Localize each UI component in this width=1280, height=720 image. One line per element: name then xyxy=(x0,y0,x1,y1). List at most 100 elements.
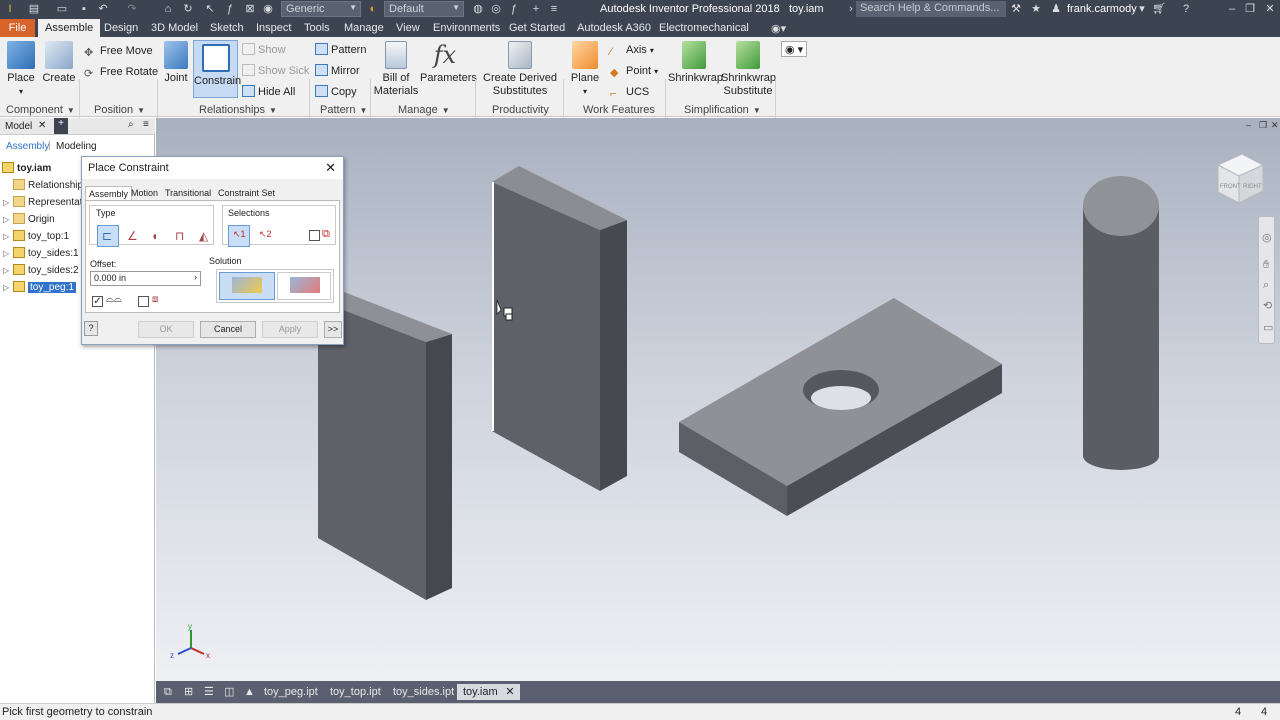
undo-icon[interactable]: ↶ xyxy=(97,3,109,15)
group-pattern[interactable]: Pattern ▼ xyxy=(320,104,367,116)
angle-type-icon[interactable]: ∠ xyxy=(121,225,143,247)
pattern-button[interactable]: Pattern xyxy=(315,42,366,58)
group-position[interactable]: Position ▼ xyxy=(94,104,145,116)
dialog-tab-motion[interactable]: Motion xyxy=(128,186,161,200)
search-input[interactable]: Search Help & Commands... xyxy=(856,1,1006,17)
group-component[interactable]: Component ▼ xyxy=(6,104,75,116)
tree-item-toy-top[interactable]: ▷ toy_top:1 xyxy=(0,229,69,245)
measure-icon[interactable]: ⊠ xyxy=(244,3,256,15)
hide-all-button[interactable]: Hide All xyxy=(242,84,295,100)
group-simplification[interactable]: Simplification ▼ xyxy=(684,104,761,116)
ucs-button[interactable]: ⌐ UCS xyxy=(610,84,649,100)
save-icon[interactable]: ▪ xyxy=(78,3,90,15)
mate-solution-button[interactable] xyxy=(219,272,275,300)
appearance-combo[interactable]: Default ▼ xyxy=(384,1,464,17)
user-name[interactable]: frank.carmody xyxy=(1067,3,1137,15)
doc-tab-toy-peg[interactable]: toy_peg.ipt xyxy=(258,684,324,700)
open-icon[interactable]: ▭ xyxy=(56,3,68,15)
viewport-minimize-icon[interactable]: – xyxy=(1246,120,1251,130)
tab-sketch[interactable]: Sketch xyxy=(203,21,251,37)
arrange-horizontal-icon[interactable]: ☰ xyxy=(198,684,220,700)
user-dropdown-icon[interactable]: ▾ xyxy=(1136,3,1148,15)
expand-icon[interactable]: ▷ xyxy=(3,229,11,245)
tangent-type-icon[interactable]: ◖ xyxy=(145,225,167,247)
customize-icon[interactable]: ≡ xyxy=(548,3,560,15)
browser-menu-icon[interactable]: ≡ xyxy=(143,119,149,130)
viewport-restore-icon[interactable]: ❐ xyxy=(1259,120,1267,131)
steering-wheel-icon[interactable]: ◎ xyxy=(1262,231,1272,244)
viewcube-icon[interactable] xyxy=(1216,153,1265,204)
cart-icon[interactable]: 🛒︎ xyxy=(1152,3,1166,15)
tree-item-toy-sides-2[interactable]: ▷ toy_sides:2 xyxy=(0,263,79,279)
tools-icon[interactable]: ⚒ xyxy=(1010,3,1022,15)
update-icon[interactable]: ↻ xyxy=(182,3,194,15)
browser-add-icon[interactable]: + xyxy=(54,118,68,134)
tab-design[interactable]: Design xyxy=(97,21,145,37)
tab-3d-model[interactable]: 3D Model xyxy=(144,21,205,37)
offset-arrow-icon[interactable]: › xyxy=(194,272,197,282)
parameters-icon[interactable]: ƒ xyxy=(224,3,236,15)
doc-tab-toy-top[interactable]: toy_top.ipt xyxy=(324,684,387,700)
pan-icon[interactable]: ✋︎ xyxy=(1263,259,1269,272)
tab-environments[interactable]: Environments xyxy=(426,21,507,37)
joint-button[interactable]: Joint xyxy=(161,41,191,97)
tab-get-started[interactable]: Get Started xyxy=(502,21,572,37)
tree-item-origin[interactable]: ▷ Origin xyxy=(0,212,55,228)
clear-icon[interactable]: ◎ xyxy=(490,3,502,15)
insert-type-icon[interactable]: ⊓ xyxy=(169,225,191,247)
close-window-icon[interactable]: ✕ xyxy=(1264,3,1276,15)
minimize-icon[interactable]: – xyxy=(1226,3,1238,15)
ok-button[interactable]: OK xyxy=(138,321,194,338)
mirror-button[interactable]: Mirror xyxy=(315,63,360,79)
shrinkwrap-substitute-button[interactable]: Shrinkwrap Substitute xyxy=(721,41,776,99)
maximize-icon[interactable]: ❐ xyxy=(1244,3,1256,15)
tab-tools[interactable]: Tools xyxy=(297,21,337,37)
look-at-icon[interactable]: ▭ xyxy=(1263,321,1273,334)
browser-tab-modeling[interactable]: Modeling xyxy=(56,141,97,152)
dialog-tab-transitional[interactable]: Transitional xyxy=(162,186,214,200)
tab-view[interactable]: View xyxy=(389,21,427,37)
dialog-tab-constraint-set[interactable]: Constraint Set xyxy=(215,186,278,200)
plane-button[interactable]: Plane ▾ xyxy=(567,41,603,99)
free-rotate-button[interactable]: ⟳ Free Rotate xyxy=(84,64,158,80)
dialog-tab-assembly[interactable]: Assembly xyxy=(85,186,133,200)
orbit-icon[interactable]: ⟲ xyxy=(1263,299,1272,312)
pick-part-first-checkbox[interactable] xyxy=(309,230,320,241)
new-icon[interactable]: ▤ xyxy=(28,3,40,15)
axis-button[interactable]: ⁄ Axis ▾ xyxy=(610,42,654,58)
part-toy-sides-2[interactable] xyxy=(492,166,627,491)
bill-of-materials-button[interactable]: Bill of Materials xyxy=(373,41,419,99)
part-toy-peg[interactable] xyxy=(1083,176,1159,470)
show-sick-button[interactable]: Show Sick xyxy=(242,63,309,79)
tree-item-toy-peg[interactable]: ▷ toy_peg:1 xyxy=(0,280,76,296)
copy-button[interactable]: Copy xyxy=(315,84,357,100)
help-icon[interactable]: ? xyxy=(84,321,98,336)
create-button[interactable]: Create xyxy=(42,41,76,97)
expand-icon[interactable]: ▷ xyxy=(3,212,11,228)
tile-icon[interactable]: ⊞ xyxy=(178,684,199,700)
part-toy-top[interactable] xyxy=(679,298,1002,516)
selection-2-button[interactable]: ↖2 xyxy=(254,225,276,247)
tab-inspect[interactable]: Inspect xyxy=(249,21,298,37)
cancel-button[interactable]: Cancel xyxy=(200,321,256,338)
predict-offset-checkbox[interactable] xyxy=(138,296,149,307)
place-button[interactable]: Place ▾ xyxy=(4,41,38,97)
favorites-icon[interactable]: ★ xyxy=(1030,3,1042,15)
browser-close-icon[interactable]: ✕ xyxy=(38,120,46,131)
fx-icon[interactable]: ƒ xyxy=(508,3,520,15)
parameters-button[interactable]: fx Parameters xyxy=(420,41,477,97)
home-icon[interactable]: ⌂ xyxy=(162,3,174,15)
redo-icon[interactable]: ↷ xyxy=(126,3,138,15)
dialog-close-icon[interactable]: ✕ xyxy=(325,160,336,176)
tab-file[interactable]: File xyxy=(0,19,35,37)
doc-tab-toy-assembly[interactable]: toy.iam ✕ xyxy=(457,684,520,700)
point-button[interactable]: ◆ Point ▾ xyxy=(610,63,658,79)
group-relationships[interactable]: Relationships ▼ xyxy=(199,104,277,116)
constrain-button[interactable]: Constrain xyxy=(193,40,241,98)
shrinkwrap-button[interactable]: Shrinkwrap xyxy=(668,41,723,99)
tab-electromechanical[interactable]: Electromechanical xyxy=(652,21,756,37)
show-button[interactable]: Show xyxy=(242,42,286,58)
doc-tab-close-icon[interactable]: ✕ xyxy=(505,684,514,700)
create-derived-substitutes-button[interactable]: Create Derived Substitutes xyxy=(480,41,560,99)
add-icon[interactable]: + xyxy=(530,3,542,15)
